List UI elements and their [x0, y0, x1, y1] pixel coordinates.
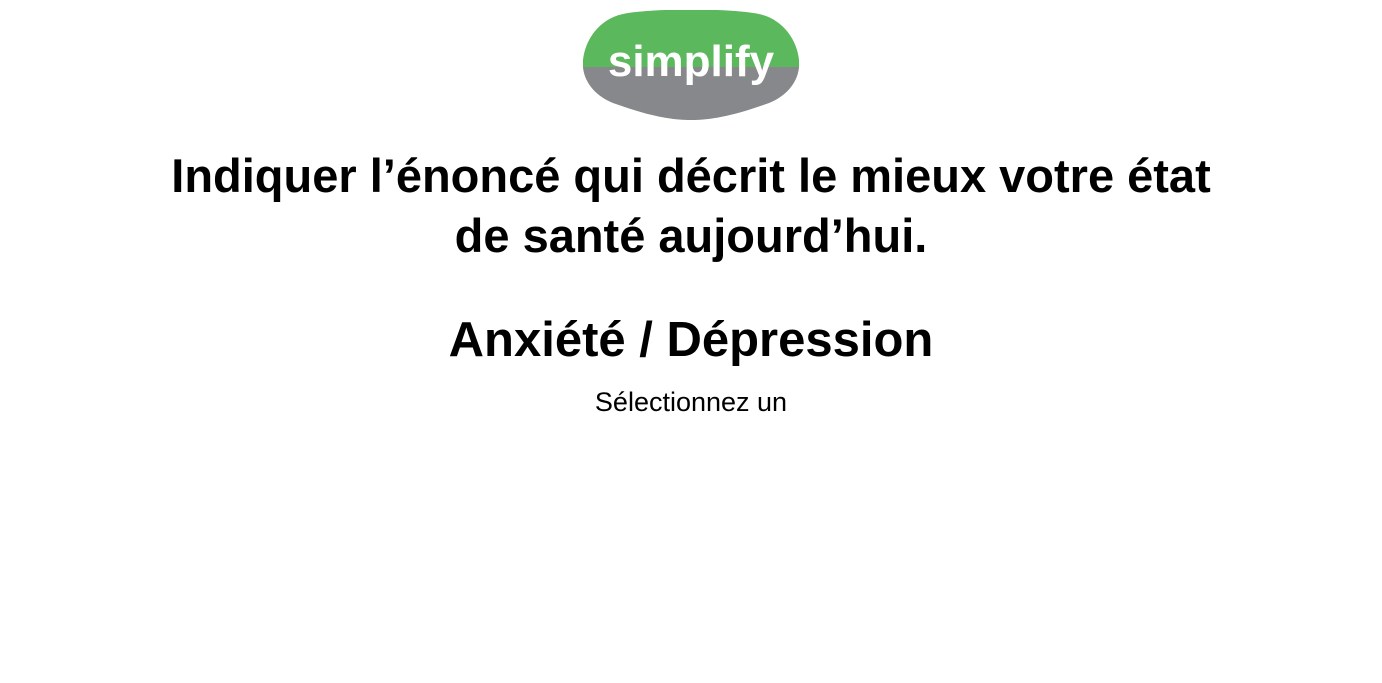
- simplify-logo: simplify: [583, 10, 799, 120]
- survey-page: simplify Indiquer l’énoncé qui décrit le…: [0, 0, 1382, 683]
- question-line-2: de santé aujourd’hui.: [454, 209, 928, 262]
- logo-wordmark: simplify: [608, 37, 775, 86]
- question-heading: Indiquer l’énoncé qui décrit le mieux vo…: [0, 146, 1382, 266]
- dimension-title: Anxiété / Dépression: [448, 313, 934, 367]
- question-line-1: Indiquer l’énoncé qui décrit le mieux vo…: [171, 149, 1211, 202]
- instruction-text: Sélectionnez un: [594, 387, 788, 417]
